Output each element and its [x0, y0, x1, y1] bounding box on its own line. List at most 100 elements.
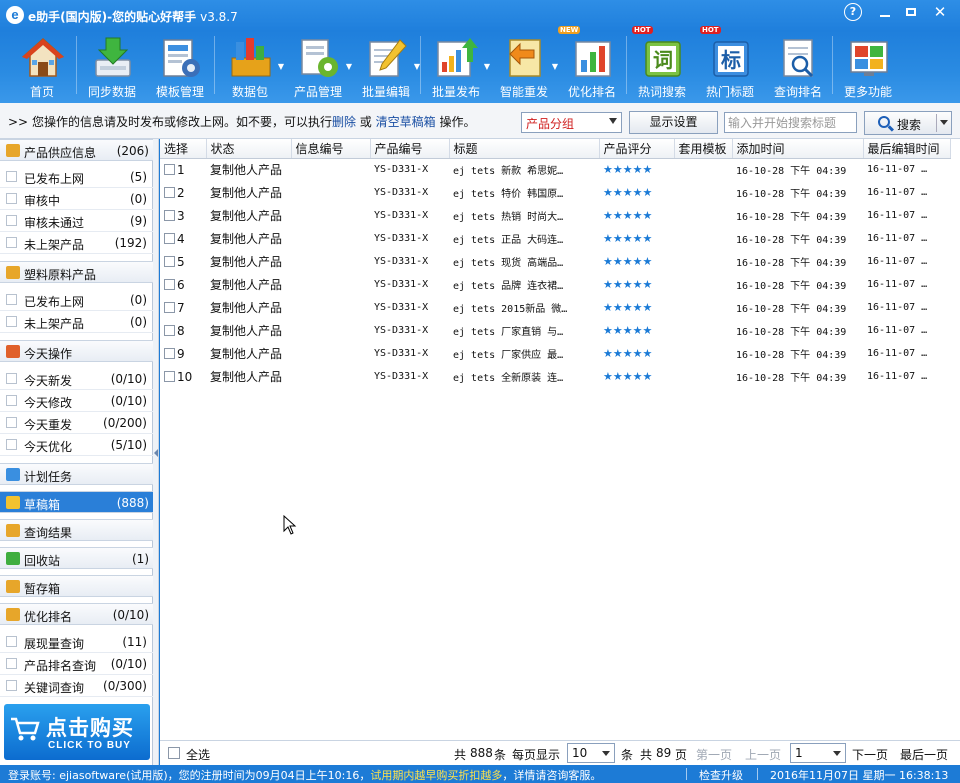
row-checkbox[interactable]	[164, 278, 175, 290]
row-checkbox[interactable]	[164, 163, 175, 175]
row-checkbox[interactable]	[164, 255, 175, 267]
sidebar-section[interactable]: 回收站 (1)	[0, 547, 153, 569]
table-row[interactable]: 8 复制他人产品 YS-D331-X ej tets 厂家直销 与… ★★★★★ 16-1…	[160, 319, 950, 342]
table-row[interactable]: 10 复制他人产品 YS-D331-X ej tets 全新原装 连… ★★★★★ 16-…	[160, 365, 950, 388]
row-checkbox[interactable]	[164, 209, 175, 221]
col-info-id-header[interactable]: 信息编号	[291, 139, 371, 159]
select-all-label[interactable]: 全选	[186, 746, 210, 763]
toolbar-batch-edit-button[interactable]: 批量编辑 ▼	[352, 30, 420, 100]
table-row[interactable]: 2 复制他人产品 YS-D331-X ej tets 特价 韩国原… ★★★★★ 16-1…	[160, 181, 950, 204]
row-checkbox[interactable]	[164, 324, 175, 336]
sidebar-item[interactable]: 今天新发 (0/10)	[0, 368, 153, 390]
row-select-cell[interactable]: 10	[160, 365, 206, 388]
row-select-cell[interactable]: 8	[160, 319, 206, 342]
sidebar-collapse-handle[interactable]	[153, 139, 159, 765]
toolbar-product-button[interactable]: 产品管理 ▼	[284, 30, 352, 100]
toolbar-batch-publish-button[interactable]: 批量发布 ▼	[422, 30, 490, 100]
rating-stars-cell: ★★★★★	[603, 163, 653, 177]
search-input[interactable]	[724, 112, 857, 133]
sidebar-item[interactable]: 已发布上网 (0)	[0, 289, 153, 311]
sidebar-item[interactable]: 审核中 (0)	[0, 188, 153, 210]
toolbar-hot-title-button[interactable]: 标 HOT 热门标题	[696, 26, 764, 100]
table-row[interactable]: 4 复制他人产品 YS-D331-X ej tets 正品 大码连… ★★★★★ 16-1…	[160, 227, 950, 250]
col-status-header[interactable]: 状态	[206, 139, 292, 159]
table-row[interactable]: 9 复制他人产品 YS-D331-X ej tets 厂家供应 最… ★★★★★ 16-1…	[160, 342, 950, 365]
table-row[interactable]: 1 复制他人产品 YS-D331-X ej tets 新款 希思妮… ★★★★★ 16-1…	[160, 158, 950, 181]
toolbar-more-button[interactable]: 更多功能	[834, 30, 902, 100]
row-select-cell[interactable]: 1	[160, 158, 206, 181]
help-icon[interactable]: ?	[844, 3, 862, 21]
page-number-select[interactable]: 1	[790, 743, 846, 763]
row-select-cell[interactable]: 6	[160, 273, 206, 296]
sidebar-item[interactable]: 展现量查询 (11)	[0, 631, 153, 653]
sidebar-item[interactable]: 今天重发 (0/200)	[0, 412, 153, 434]
product-group-select[interactable]: 产品分组	[521, 112, 622, 133]
buy-now-banner[interactable]: 点击购买 CLICK TO BUY	[4, 704, 150, 760]
row-checkbox[interactable]	[164, 347, 175, 359]
col-select-header[interactable]: 选择	[160, 139, 207, 159]
col-product-id-header[interactable]: 产品编号	[370, 139, 450, 159]
sidebar-section[interactable]: 塑料原料产品	[0, 261, 153, 283]
sidebar-item[interactable]: 今天修改 (0/10)	[0, 390, 153, 412]
first-page-link[interactable]: 第一页	[696, 746, 732, 763]
sidebar-section[interactable]: 今天操作	[0, 340, 153, 362]
table-row[interactable]: 3 复制他人产品 YS-D331-X ej tets 热销 时尚大… ★★★★★ 16-1…	[160, 204, 950, 227]
toolbar-hot-word-button[interactable]: 词 HOT 热词搜索	[628, 26, 696, 100]
last-page-link[interactable]: 最后一页	[900, 746, 948, 763]
minimize-icon[interactable]	[874, 3, 896, 21]
clear-drafts-link[interactable]: 清空草稿箱	[376, 115, 436, 129]
toolbar-smart-repost-button[interactable]: 智能重发 ▼	[490, 30, 558, 100]
sidebar-item[interactable]: 未上架产品 (0)	[0, 311, 153, 333]
row-select-cell[interactable]: 4	[160, 227, 206, 250]
toolbar-optimize-rank-button[interactable]: NEW 优化排名	[558, 26, 626, 100]
sidebar-item[interactable]: 未上架产品 (192)	[0, 232, 153, 254]
select-all-checkbox[interactable]	[168, 747, 180, 759]
search-button[interactable]: 搜索	[864, 111, 952, 135]
toolbar-data-package-button[interactable]: 数据包 ▼	[216, 30, 284, 100]
sidebar-item[interactable]: 审核未通过 (9)	[0, 210, 153, 232]
row-select-cell[interactable]: 5	[160, 250, 206, 273]
sidebar-section[interactable]: 草稿箱 (888)	[0, 491, 153, 513]
prev-page-link[interactable]: 上一页	[745, 746, 781, 763]
row-checkbox[interactable]	[164, 232, 175, 244]
sidebar-section[interactable]: 产品供应信息 (206)	[0, 139, 153, 161]
sidebar-item[interactable]: 产品排名查询 (0/10)	[0, 653, 153, 675]
col-edited-time-header[interactable]: 最后编辑时间	[863, 139, 951, 159]
per-page-select[interactable]: 10	[567, 743, 615, 763]
row-checkbox[interactable]	[164, 301, 175, 313]
table-row[interactable]: 7 复制他人产品 YS-D331-X ej tets 2015新品 微… ★★★★★ 16…	[160, 296, 950, 319]
sidebar-section[interactable]: 查询结果	[0, 519, 153, 541]
sidebar-section[interactable]: 计划任务	[0, 463, 153, 485]
row-select-cell[interactable]: 9	[160, 342, 206, 365]
table-row[interactable]: 5 复制他人产品 YS-D331-X ej tets 现货 高端品… ★★★★★ 16-1…	[160, 250, 950, 273]
check-update-link[interactable]: 检查升级	[699, 767, 743, 783]
sidebar-section[interactable]: 优化排名 (0/10)	[0, 603, 153, 625]
row-checkbox[interactable]	[164, 186, 175, 198]
row-select-cell[interactable]: 2	[160, 181, 206, 204]
dropdown-arrow-icon[interactable]: ▼	[414, 62, 420, 71]
maximize-icon[interactable]	[900, 3, 922, 21]
next-page-link[interactable]: 下一页	[852, 746, 888, 763]
toolbar-template-button[interactable]: 模板管理	[146, 30, 214, 100]
row-select-cell[interactable]: 3	[160, 204, 206, 227]
toolbar-home-button[interactable]: 首页	[8, 30, 76, 100]
display-settings-button[interactable]: 显示设置	[629, 111, 718, 134]
col-template-header[interactable]: 套用模板	[674, 139, 733, 159]
sidebar-item[interactable]: 关键词查询 (0/300)	[0, 675, 153, 697]
table-row[interactable]: 6 复制他人产品 YS-D331-X ej tets 品牌 连衣裙… ★★★★★ 16-1…	[160, 273, 950, 296]
delete-link[interactable]: 删除	[332, 115, 356, 129]
col-rating-header[interactable]: 产品评分	[599, 139, 675, 159]
sidebar-item[interactable]: 已发布上网 (5)	[0, 166, 153, 188]
sidebar-section[interactable]: 暂存箱	[0, 575, 153, 597]
row-select-cell[interactable]: 7	[160, 296, 206, 319]
col-title-header[interactable]: 标题	[449, 139, 600, 159]
chevron-down-icon[interactable]	[940, 120, 948, 125]
sidebar-item[interactable]: 今天优化 (5/10)	[0, 434, 153, 456]
toolbar-query-rank-button[interactable]: 查询排名	[764, 30, 832, 100]
row-checkbox[interactable]	[164, 370, 175, 382]
title-bar[interactable]: e e助手(国内版)-您的贴心好帮手 v3.8.7 ? ✕	[0, 0, 960, 30]
toolbar-sync-button[interactable]: 同步数据	[78, 30, 146, 100]
close-icon[interactable]: ✕	[926, 3, 954, 21]
promo-text[interactable]: 试用期内越早购买折扣越多	[370, 769, 502, 782]
col-added-time-header[interactable]: 添加时间	[732, 139, 864, 159]
